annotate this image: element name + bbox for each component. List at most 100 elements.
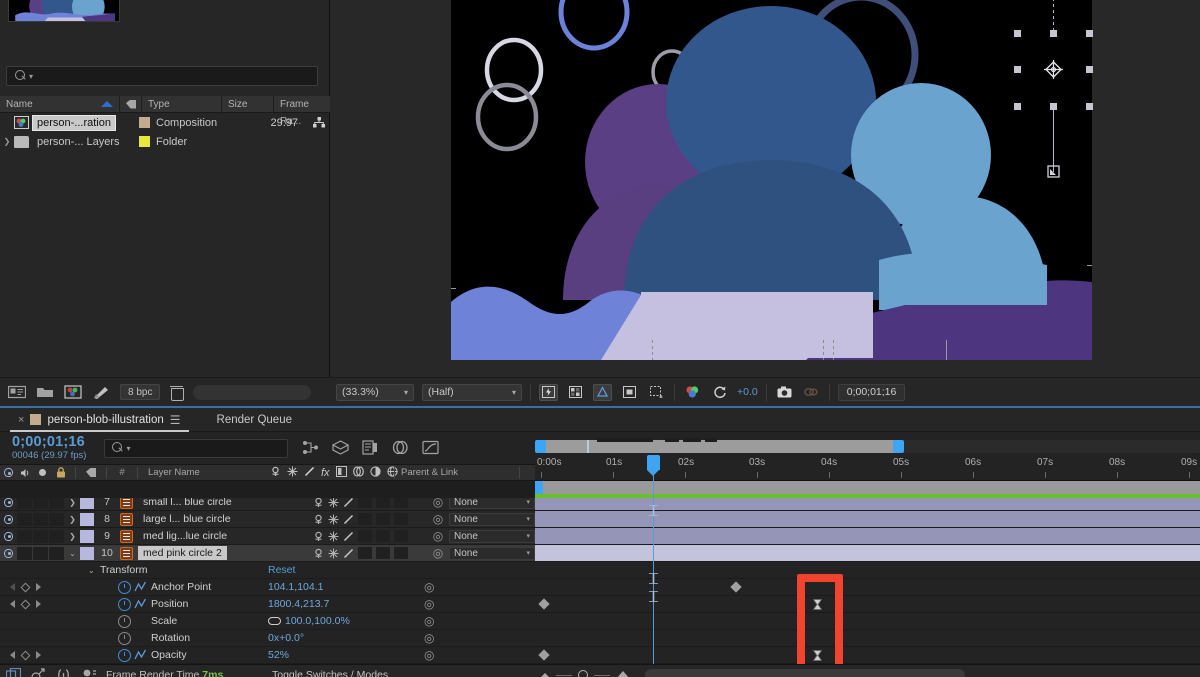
column-header-size[interactable]: Size <box>222 96 274 113</box>
parent-pickwhip-icon[interactable]: ◎ <box>427 498 449 509</box>
motion-blur-switch-cell[interactable] <box>394 498 408 508</box>
layer-track-10[interactable] <box>535 545 1200 562</box>
lock-toggle[interactable] <box>49 547 64 560</box>
adjustment-layer-icon[interactable] <box>370 466 381 480</box>
resolution-dropdown[interactable]: (Half) ▾ <box>422 384 522 401</box>
composition-mini-flowchart-icon[interactable] <box>302 440 319 457</box>
property-value[interactable]: 104.1,104.1 <box>268 581 323 593</box>
viewer-timecode[interactable]: 0;00;01;16 <box>838 384 906 401</box>
layer-label-swatch[interactable] <box>80 513 94 526</box>
parent-pickwhip-icon[interactable]: ◎ <box>427 512 449 526</box>
lock-toggle[interactable] <box>49 498 64 509</box>
new-composition-icon[interactable] <box>64 385 82 400</box>
transparency-grid-icon[interactable] <box>566 384 585 401</box>
panel-menu-icon[interactable]: ☰ <box>170 413 181 427</box>
add-keyframe-icon[interactable] <box>20 599 30 609</box>
previous-keyframe-icon[interactable] <box>10 583 15 591</box>
take-snapshot-icon[interactable] <box>775 384 794 401</box>
frame-blend-switch-cell[interactable] <box>376 513 390 525</box>
expression-pickwhip-icon[interactable]: ◎ <box>424 597 434 611</box>
timeline-search-input[interactable]: ▾ <box>104 439 288 458</box>
layer-track-7[interactable] <box>535 498 1200 511</box>
layer-row-9[interactable]: ❯ 9 med lig...lue circle ◎ None▾ <box>0 528 535 545</box>
layer-name[interactable]: med pink circle 2 <box>138 546 309 560</box>
audio-toggle[interactable] <box>17 498 32 509</box>
video-toggle[interactable] <box>0 498 17 507</box>
transform-reset-button[interactable]: Reset <box>268 564 295 576</box>
zoom-in-icon[interactable] <box>616 671 630 677</box>
enable-frame-blending-icon[interactable] <box>392 440 409 457</box>
timeline-zoom-control[interactable] <box>540 670 630 677</box>
project-item-composition[interactable]: person-...ration Composition 29.97 <box>0 113 330 132</box>
solo-toggle[interactable] <box>33 530 48 543</box>
effects-switch-cell[interactable] <box>358 498 372 508</box>
layer-row-7[interactable]: ❯ 7 small l... blue circle ◎ None▾ <box>0 498 535 511</box>
zoom-slider-knob[interactable] <box>578 670 588 677</box>
property-value[interactable]: 0x+0.0° <box>268 632 304 644</box>
keyframe-diamond[interactable] <box>538 649 549 660</box>
column-header-frame-rate[interactable]: Frame Ra... <box>274 96 330 113</box>
next-keyframe-icon[interactable] <box>36 600 41 608</box>
exposure-color-icon[interactable] <box>683 384 702 401</box>
scale-track[interactable] <box>535 613 1200 630</box>
video-column-icon[interactable] <box>0 465 17 481</box>
grid-guides-icon[interactable] <box>647 384 666 401</box>
motion-blur-switch-icon[interactable] <box>353 466 364 480</box>
draft-3d-icon[interactable] <box>332 440 349 457</box>
reset-exposure-icon[interactable] <box>710 384 729 401</box>
graph-editor-property-icon[interactable] <box>134 581 147 593</box>
current-time-display[interactable]: 0;00;01;16 00046 (29.97 fps) <box>12 435 86 460</box>
layer-row-8[interactable]: ❯ 8 large l... blue circle ◎ None▾ <box>0 511 535 528</box>
region-of-interest-icon[interactable] <box>620 384 639 401</box>
audio-toggle[interactable] <box>17 547 32 560</box>
comp-duration-bar[interactable] <box>535 481 1200 494</box>
solo-column-icon[interactable] <box>34 465 51 481</box>
hide-shy-layers-icon[interactable] <box>362 440 379 457</box>
twirl-icon-expanded[interactable]: ⌄ <box>65 549 80 558</box>
frame-blend-switch-icon[interactable] <box>336 466 347 480</box>
work-area-bar[interactable] <box>541 440 899 453</box>
keyframe-diamond[interactable] <box>730 581 741 592</box>
tab-composition[interactable]: × person-blob-illustration ☰ <box>8 408 191 432</box>
keyframe-navigator[interactable] <box>0 583 50 591</box>
stopwatch-icon[interactable] <box>118 649 131 662</box>
effects-switch-cell[interactable] <box>358 547 372 559</box>
transform-group-row[interactable]: ⌄ Transform Reset <box>0 562 535 579</box>
parent-pickwhip-icon[interactable]: ◎ <box>427 529 449 543</box>
column-header-parent-link[interactable]: Parent & Link <box>399 465 509 481</box>
bits-per-channel-button[interactable]: 8 bpc <box>120 384 160 400</box>
quality-switch-icon[interactable] <box>304 466 315 480</box>
rotation-track[interactable] <box>535 630 1200 647</box>
rasterize-switch-icon[interactable] <box>328 531 339 542</box>
frame-blend-switch-cell[interactable] <box>376 498 390 508</box>
color-depth-icon[interactable] <box>92 385 110 400</box>
lock-column-icon[interactable] <box>51 465 71 481</box>
layer-name[interactable]: large l... blue circle <box>138 512 309 526</box>
graph-editor-property-icon[interactable] <box>134 598 147 610</box>
project-item-name[interactable]: person-...ration <box>32 115 116 131</box>
motion-blur-switch-cell[interactable] <box>394 513 408 525</box>
parent-dropdown[interactable]: None▾ <box>449 530 535 543</box>
position-track[interactable] <box>535 596 1200 613</box>
layer-switches[interactable] <box>309 498 427 508</box>
audio-column-icon[interactable] <box>17 465 34 481</box>
layer-label-swatch[interactable] <box>80 547 94 560</box>
parent-dropdown[interactable]: None▾ <box>449 547 535 560</box>
expression-pickwhip-icon[interactable]: ◎ <box>424 614 434 628</box>
effects-switch-icon[interactable]: fx <box>321 467 330 479</box>
rasterize-switch-icon[interactable] <box>328 514 339 525</box>
graph-editor-property-icon[interactable] <box>134 649 147 661</box>
layer-row-10[interactable]: ⌄ 10 med pink circle 2 ◎ None▾ <box>0 545 535 562</box>
quality-switch-icon[interactable] <box>343 514 354 525</box>
effects-switch-cell[interactable] <box>358 513 372 525</box>
expression-pickwhip-icon[interactable]: ◎ <box>424 648 434 662</box>
twirl-icon[interactable]: ❯ <box>65 515 80 524</box>
lock-toggle[interactable] <box>49 513 64 526</box>
close-icon[interactable]: × <box>18 414 24 426</box>
quality-switch-icon[interactable] <box>343 531 354 542</box>
property-row-position[interactable]: Position 1800.4,213.7 ◎ <box>0 596 535 613</box>
quality-switch-icon[interactable] <box>343 498 354 508</box>
stopwatch-icon[interactable] <box>118 615 131 628</box>
toggle-switches-modes-button[interactable]: Toggle Switches / Modes <box>272 669 388 677</box>
column-header-label[interactable] <box>120 96 142 113</box>
